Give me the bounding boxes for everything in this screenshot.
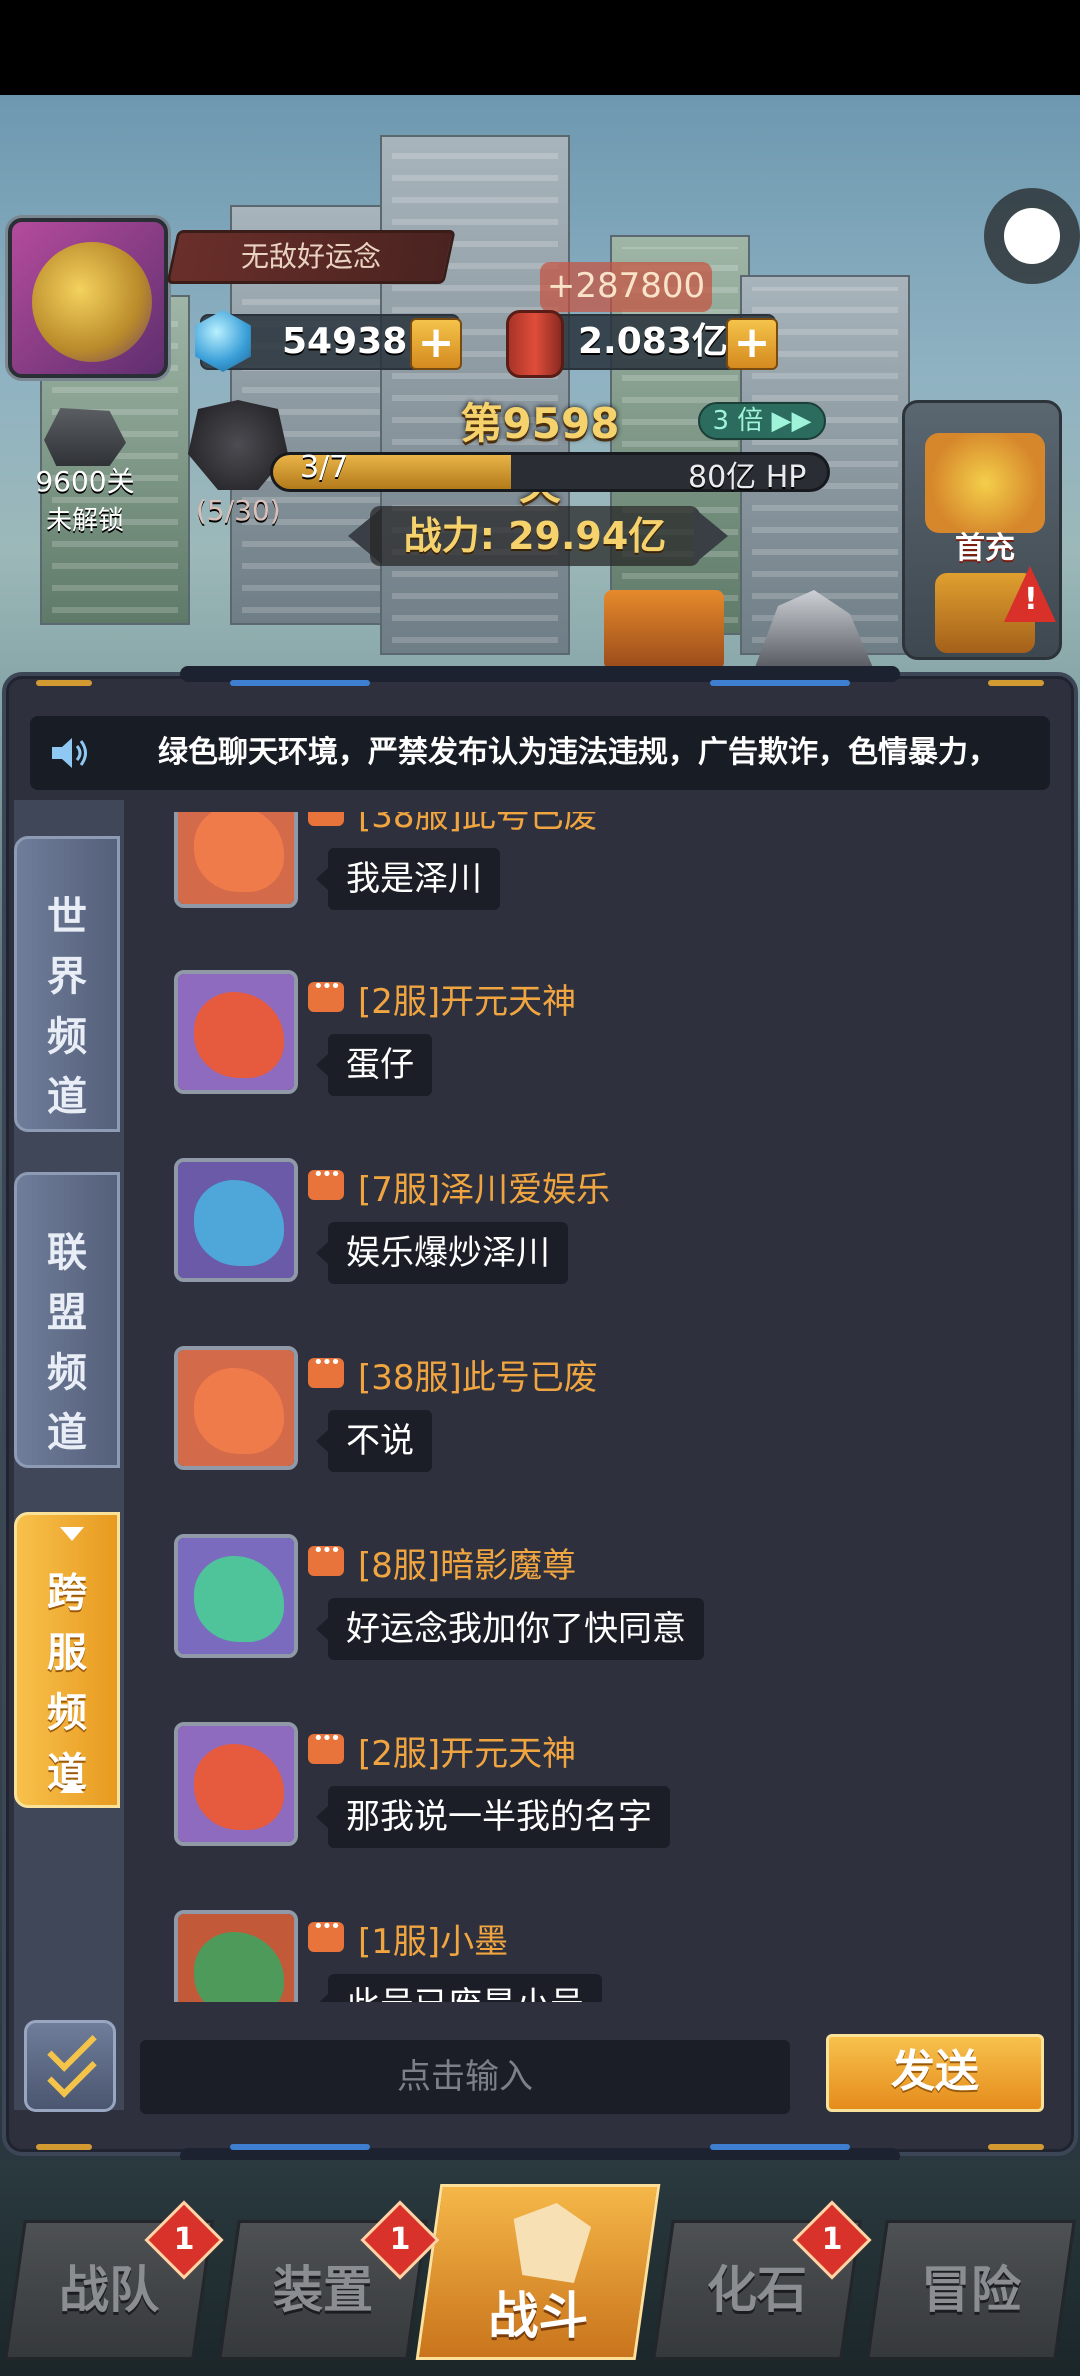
- sender-avatar[interactable]: [174, 1910, 298, 2002]
- sender-name[interactable]: [38服]此号已废: [358, 812, 598, 837]
- message-text: 蛋仔: [316, 1034, 432, 1096]
- power-value: 战力: 29.94亿: [370, 506, 700, 566]
- message-text: 那我说一半我的名字: [316, 1786, 670, 1848]
- coins-value: 2.083亿: [578, 321, 728, 362]
- chat-message: [8服]暗影魔尊 好运念我加你了快同意: [174, 1534, 1034, 1674]
- stage-title: 第9598关: [460, 399, 620, 509]
- collapse-chat-button[interactable]: [24, 2020, 116, 2112]
- chat-bubble-icon: [308, 976, 344, 1012]
- chat-message: [38服]此号已废 不说: [174, 1346, 1034, 1486]
- sender-avatar[interactable]: [174, 1346, 298, 1470]
- sender-avatar[interactable]: [174, 1534, 298, 1658]
- chat-message: [2服]开元天神 那我说一半我的名字: [174, 1722, 1034, 1862]
- coins-counter: 2.083亿 +: [506, 310, 778, 378]
- floating-record-button[interactable]: [984, 188, 1080, 284]
- message-text: 我是泽川: [316, 848, 500, 910]
- locked-status-label: 未解锁: [45, 506, 124, 536]
- chat-bubble-icon: [308, 1164, 344, 1200]
- player-name: 无敌好运念: [240, 240, 381, 273]
- locked-stage-label: 9600关: [35, 465, 135, 498]
- sender-name[interactable]: [8服]暗影魔尊: [358, 1538, 576, 1587]
- tab-label: 联盟频道: [47, 1230, 87, 1456]
- chat-bubble-icon: [308, 1916, 344, 1952]
- locked-stage-indicator[interactable]: 9600关 未解锁: [30, 408, 140, 537]
- player-name-plate: 无敌好运念: [166, 230, 456, 284]
- announcement-text: 绿色聊天环境，严禁发布认为违法违规，广告欺诈，色情暴力，: [158, 735, 998, 770]
- message-text: 好运念我加你了快同意: [316, 1598, 704, 1660]
- tab-world-channel[interactable]: 世界频道: [14, 836, 120, 1132]
- bottom-nav: 战队 装置 战斗 化石 冒险 1 1 1: [0, 2160, 1080, 2376]
- nav-label: 冒险: [921, 2261, 1021, 2319]
- coin-gain-label: +287800: [540, 262, 712, 312]
- chat-bubble-icon: [308, 1728, 344, 1764]
- nav-battle[interactable]: 战斗: [415, 2184, 661, 2360]
- rock-icon: [44, 408, 126, 466]
- chat-message: [2服]开元天神 蛋仔: [174, 970, 1034, 1110]
- tab-label: 世界频道: [47, 894, 87, 1120]
- nav-label: 战斗: [488, 2287, 589, 2345]
- sender-avatar[interactable]: [174, 1158, 298, 1282]
- speaker-icon: [52, 738, 87, 768]
- sender-name[interactable]: [2服]开元天神: [358, 974, 576, 1023]
- sender-name[interactable]: [2服]开元天神: [358, 1726, 576, 1775]
- chevron-down-icon: [60, 1527, 84, 1541]
- chat-input[interactable]: 点击输入: [140, 2040, 790, 2114]
- sender-name[interactable]: [7服]泽川爱娱乐: [358, 1162, 610, 1211]
- chat-message: [1服]小墨 此号已废是小号: [174, 1910, 1034, 2002]
- first-charge-label: 首充: [955, 531, 1015, 566]
- message-text: 不说: [316, 1410, 432, 1472]
- tab-cross-server-channel[interactable]: 跨服频道: [14, 1512, 120, 1808]
- sender-avatar[interactable]: [174, 812, 298, 908]
- multiplier-label: 3 倍: [712, 406, 764, 436]
- tab-label: 跨服频道: [47, 1570, 87, 1796]
- coin-can-icon: [506, 310, 574, 378]
- add-gems-button[interactable]: +: [410, 318, 462, 370]
- gift-box-icon: [925, 433, 1045, 533]
- tab-alliance-channel[interactable]: 联盟频道: [14, 1172, 120, 1468]
- boss-hp-value: 80亿 HP: [688, 460, 807, 495]
- send-button[interactable]: 发送: [826, 2034, 1044, 2112]
- gems-counter: 54938 +: [195, 310, 462, 372]
- message-text: 娱乐爆炒泽川: [316, 1222, 568, 1284]
- gems-value: 54938: [282, 321, 408, 362]
- message-text: 此号已废是小号: [316, 1974, 602, 2002]
- chat-message-list[interactable]: [38服]此号已废 我是泽川 [2服]开元天神 蛋仔 [7服]泽川爱娱乐 娱乐爆…: [124, 812, 1064, 2002]
- speed-multiplier-button[interactable]: 3 倍 ▶▶: [698, 402, 826, 440]
- wave-progress: 3/7: [300, 450, 349, 485]
- chat-bubble-icon: [308, 1352, 344, 1388]
- add-coins-button[interactable]: +: [726, 318, 778, 370]
- announcement-marquee: 绿色聊天环境，严禁发布认为违法违规，广告欺诈，色情暴力，: [30, 716, 1050, 790]
- boss-count-label: (5/30): [196, 494, 281, 527]
- gem-icon: [192, 310, 260, 378]
- chat-message: [38服]此号已废 我是泽川: [174, 812, 1034, 924]
- sender-name[interactable]: [1服]小墨: [358, 1914, 508, 1963]
- shop-machine-icon[interactable]: [604, 590, 724, 670]
- chat-message: [7服]泽川爱娱乐 娱乐爆炒泽川: [174, 1158, 1034, 1298]
- chat-bubble-icon: [308, 1540, 344, 1576]
- sender-avatar[interactable]: [174, 1722, 298, 1846]
- chevron-up-icon: [60, 1779, 84, 1793]
- chat-bubble-icon: [308, 812, 344, 826]
- sender-name[interactable]: [38服]此号已废: [358, 1350, 598, 1399]
- player-avatar[interactable]: [8, 218, 168, 378]
- nav-adventure[interactable]: 冒险: [866, 2220, 1076, 2360]
- sender-avatar[interactable]: [174, 970, 298, 1094]
